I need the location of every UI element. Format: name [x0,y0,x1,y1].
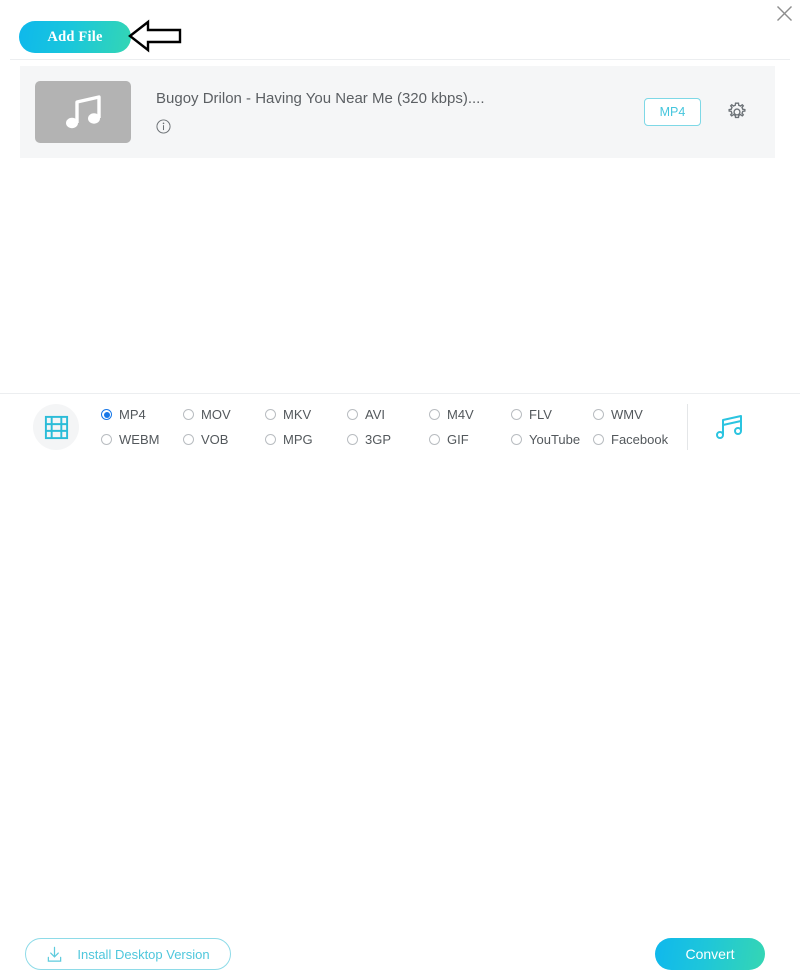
radio-indicator [101,434,112,445]
format-option-gif[interactable]: GIF [429,427,511,452]
audio-format-tab[interactable] [714,411,746,443]
info-icon[interactable] [156,119,171,134]
format-option-webm[interactable]: WEBM [101,427,183,452]
download-icon [48,946,62,962]
gear-icon[interactable] [726,101,748,123]
footer-bar: Install Desktop Version Convert [0,459,800,970]
radio-indicator [511,409,522,420]
format-option-vob[interactable]: VOB [183,427,265,452]
file-thumbnail [35,81,131,143]
format-bar-divider [687,404,688,450]
radio-indicator [593,434,604,445]
radio-indicator [183,409,194,420]
radio-indicator [429,409,440,420]
format-option-label: MP4 [119,407,146,422]
radio-indicator [183,434,194,445]
format-option-label: WMV [611,407,643,422]
format-option-label: 3GP [365,432,392,447]
format-option-label: WEBM [119,432,160,447]
radio-indicator [347,409,358,420]
top-toolbar: Add File [0,0,800,60]
install-desktop-version-button[interactable]: Install Desktop Version [25,938,231,970]
film-strip-icon [44,415,68,439]
format-option-flv[interactable]: FLV [511,402,593,427]
radio-indicator [593,409,604,420]
install-desktop-version-label: Install Desktop Version [77,946,210,962]
format-option-mov[interactable]: MOV [183,402,265,427]
format-option-m4v[interactable]: M4V [429,402,511,427]
workspace-empty-area [0,158,800,393]
add-file-button[interactable]: Add File [19,21,131,53]
file-output-format-badge[interactable]: MP4 [644,98,701,126]
format-option-wmv[interactable]: WMV [593,402,675,427]
output-format-bar: MP4 MOV MKV AVI M4V FLV WMV WEBM VOB MPG… [0,393,800,461]
format-option-label: M4V [447,407,474,422]
format-option-label: YouTube [529,432,581,447]
file-title: Bugoy Drilon - Having You Near Me (320 k… [156,90,485,107]
music-note-icon [66,95,101,129]
format-option-label: MKV [283,407,312,422]
toolbar-divider [10,59,790,60]
video-format-tab[interactable] [33,404,79,450]
format-option-label: MPG [283,432,313,447]
format-option-label: GIF [447,432,469,447]
format-option-youtube[interactable]: YouTube [511,427,593,452]
format-option-mkv[interactable]: MKV [265,402,347,427]
radio-indicator [265,409,276,420]
format-option-label: MOV [201,407,231,422]
format-option-label: FLV [529,407,552,422]
format-option-avi[interactable]: AVI [347,402,429,427]
format-option-facebook[interactable]: Facebook [593,427,675,452]
convert-button[interactable]: Convert [655,938,765,970]
format-option-label: AVI [365,407,385,422]
format-option-mpg[interactable]: MPG [265,427,347,452]
format-option-mp4[interactable]: MP4 [101,402,183,427]
radio-indicator [265,434,276,445]
radio-indicator [429,434,440,445]
music-note-icon [716,415,742,439]
file-metadata: Bugoy Drilon - Having You Near Me (320 k… [156,90,644,134]
radio-indicator [101,409,112,420]
radio-indicator [347,434,358,445]
format-option-label: Facebook [611,432,669,447]
file-list-item[interactable]: Bugoy Drilon - Having You Near Me (320 k… [20,66,775,158]
format-options-grid: MP4 MOV MKV AVI M4V FLV WMV WEBM VOB MPG… [101,402,675,452]
radio-indicator [511,434,522,445]
format-option-label: VOB [201,432,229,447]
format-option-3gp[interactable]: 3GP [347,427,429,452]
left-arrow-annotation-icon [128,19,182,53]
